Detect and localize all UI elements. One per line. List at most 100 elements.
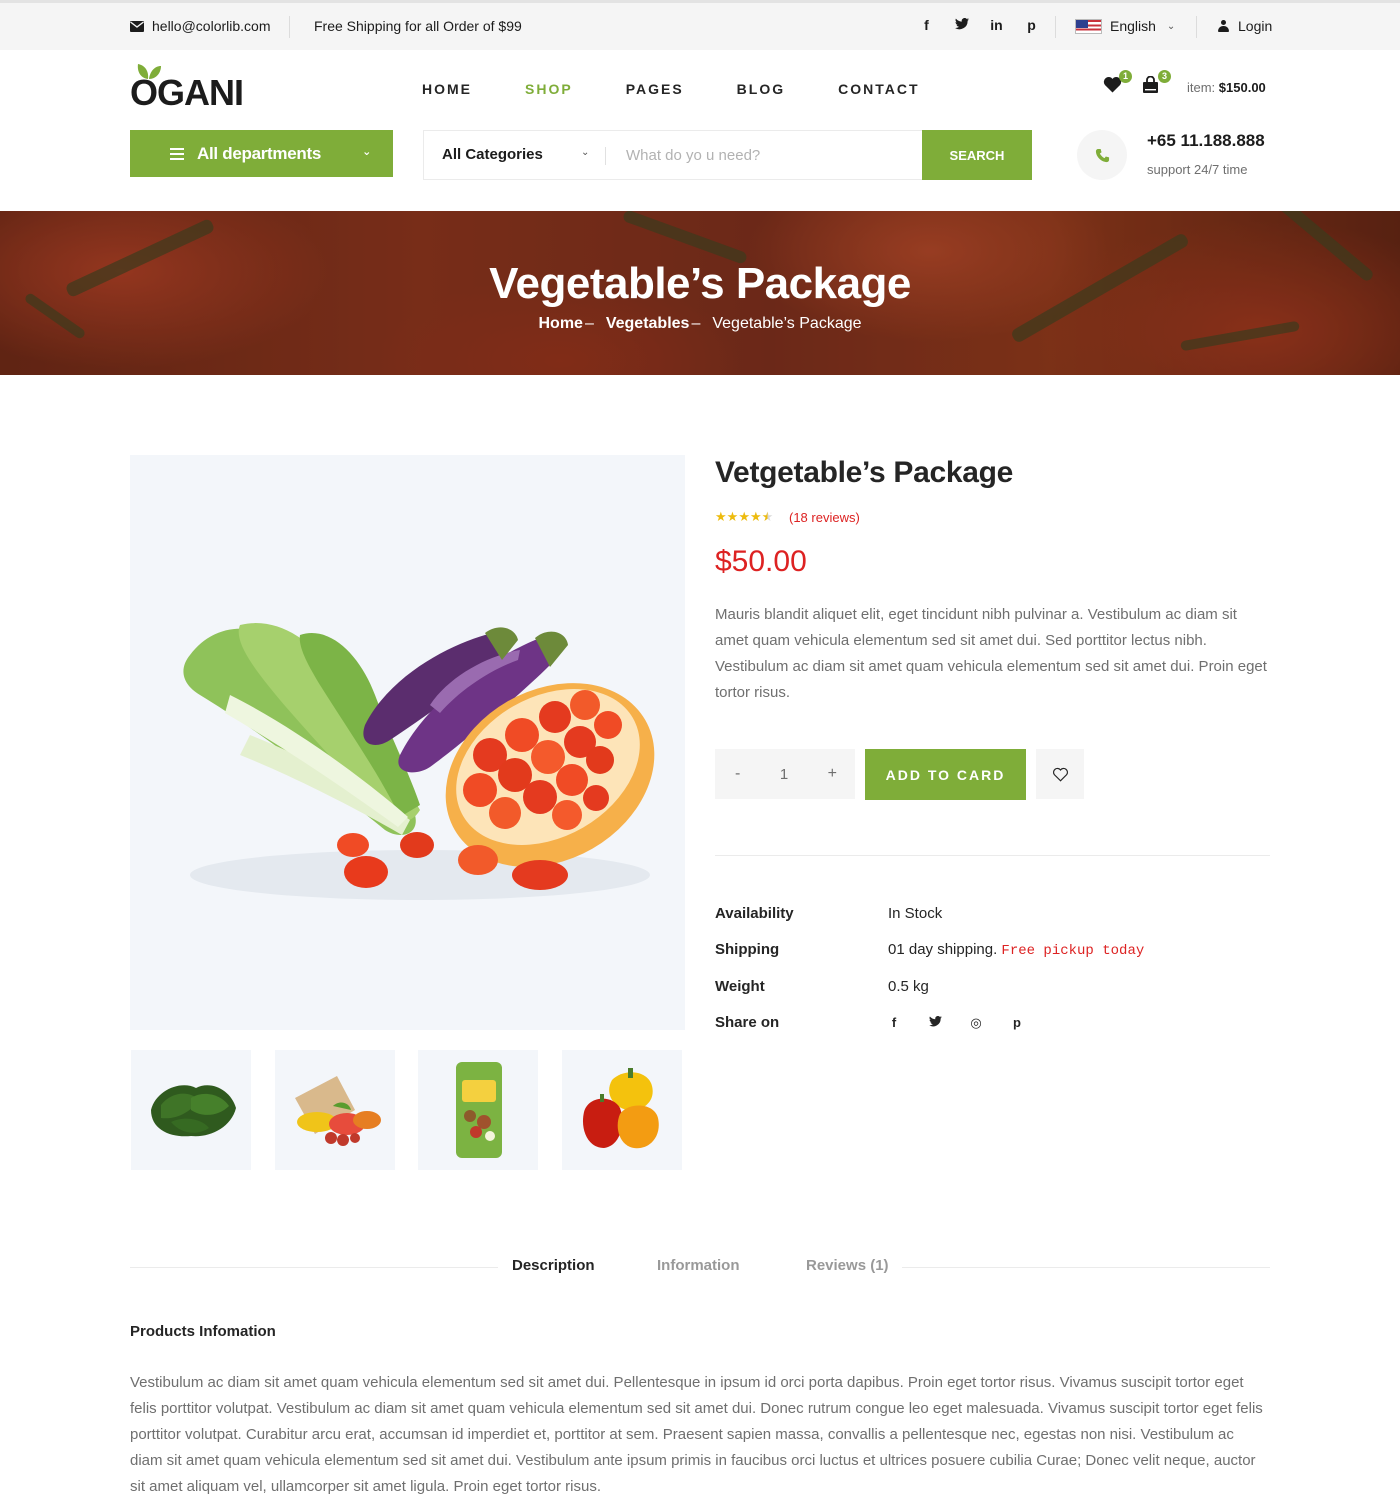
search-button[interactable]: SEARCH: [922, 130, 1032, 180]
email-contact[interactable]: hello@colorlib.com: [130, 18, 270, 34]
breadcrumb-vegetables[interactable]: Vegetables: [606, 315, 690, 332]
share-label: Share on: [715, 1014, 780, 1031]
quantity-decrease-button[interactable]: -: [735, 765, 740, 783]
review-count[interactable]: (18 reviews): [789, 510, 860, 525]
products-information-title: Products Infomation: [130, 1323, 276, 1340]
nav-contact[interactable]: CONTACT: [838, 81, 919, 97]
free-pickup-text: Free pickup today: [1001, 943, 1145, 959]
phone-number[interactable]: +65 11.188.888: [1147, 131, 1265, 151]
search-input[interactable]: [614, 132, 914, 178]
star-rating: ★★★★★: [715, 509, 773, 525]
language-selector[interactable]: English ⌄: [1075, 18, 1175, 34]
nav-home[interactable]: HOME: [422, 81, 472, 97]
bell-peppers-illustration: [582, 1068, 659, 1149]
facebook-icon[interactable]: f: [918, 17, 935, 33]
twitter-icon[interactable]: [953, 17, 970, 33]
breadcrumb-current: Vegetable’s Package: [712, 315, 862, 332]
wishlist-count-badge: 1: [1119, 70, 1132, 83]
menu-icon: [170, 147, 184, 160]
tab-line-right: [902, 1267, 1270, 1268]
tab-description[interactable]: Description: [512, 1257, 595, 1274]
category-select[interactable]: All Categories: [442, 146, 543, 163]
breadcrumb-separator: –: [584, 315, 594, 332]
vegetables-illustration: [183, 623, 655, 900]
email-text: hello@colorlib.com: [152, 18, 271, 34]
product-price: $50.00: [715, 545, 807, 578]
wishlist-button[interactable]: 1: [1103, 70, 1132, 96]
breadcrumb-home[interactable]: Home: [538, 315, 582, 332]
facebook-icon[interactable]: f: [886, 1015, 902, 1031]
login-label: Login: [1238, 18, 1273, 34]
product-thumbnail-spinach[interactable]: [131, 1050, 251, 1170]
weight-value: 0.5 kg: [888, 978, 929, 995]
weight-label: Weight: [715, 978, 765, 995]
login-link[interactable]: Login: [1218, 18, 1272, 34]
logo-text: OGANI: [130, 72, 244, 113]
star-full-icon: ★: [715, 509, 727, 524]
cart-total-amount: $150.00: [1218, 80, 1266, 95]
cart-total[interactable]: item: $150.00: [1187, 80, 1266, 95]
cart-count-badge: 3: [1158, 70, 1171, 83]
topbar-divider: [289, 16, 290, 38]
topbar-divider: [1055, 16, 1056, 38]
linkedin-icon[interactable]: in: [988, 17, 1005, 33]
product-thumbnail-bell-peppers[interactable]: [562, 1050, 682, 1170]
pinterest-icon[interactable]: p: [1009, 1015, 1025, 1031]
topbar-divider: [1196, 16, 1197, 38]
chevron-down-icon: ⌄: [362, 146, 371, 158]
add-to-cart-button[interactable]: ADD TO CARD: [865, 749, 1026, 800]
language-label: English: [1110, 18, 1156, 34]
star-full-icon: ★: [749, 509, 762, 524]
nav-blog[interactable]: BLOG: [737, 81, 785, 97]
breadcrumb-separator: –: [691, 315, 701, 332]
heart-outline-icon: [1052, 767, 1068, 782]
star-full-icon: ★: [738, 509, 750, 524]
breadcrumb: Home – Vegetables – Vegetable’s Package: [0, 315, 1400, 333]
quantity-value[interactable]: 1: [780, 766, 788, 783]
product-thumbnail-grocery-bag[interactable]: [275, 1050, 395, 1170]
grocery-bag-illustration: [295, 1076, 381, 1146]
products-information-body: Vestibulum ac diam sit amet quam vehicul…: [130, 1374, 1263, 1495]
star-full-icon: ★: [726, 509, 739, 524]
tab-line-left: [130, 1267, 498, 1268]
user-icon: [1218, 20, 1229, 32]
support-hours: support 24/7 time: [1147, 162, 1248, 177]
shipping-label: Shipping: [715, 941, 780, 958]
tab-reviews[interactable]: Reviews (1): [806, 1257, 889, 1274]
site-logo[interactable]: OGANI: [130, 62, 260, 113]
cart-button[interactable]: 3: [1142, 70, 1171, 96]
product-description: Mauris blandit aliquet elit, eget tincid…: [715, 606, 1267, 701]
page-hero-banner: Vegetable’s Package Home – Vegetables – Vege…: [0, 211, 1400, 375]
all-departments-button[interactable]: All departments ⌄: [130, 130, 393, 177]
details-divider: [715, 855, 1270, 856]
instagram-icon[interactable]: ◎: [968, 1015, 984, 1031]
envelope-icon: [130, 20, 144, 32]
availability-value: In Stock: [888, 905, 943, 922]
shopping-bag-icon: [1143, 75, 1158, 93]
spinach-illustration: [151, 1085, 236, 1137]
page-title: Vegetable’s Package: [489, 259, 911, 308]
star-half-icon: ★: [761, 509, 774, 524]
tab-information[interactable]: Information: [657, 1257, 740, 1274]
nav-pages[interactable]: PAGES: [626, 81, 684, 97]
product-thumbnail-fruit-pack[interactable]: [418, 1050, 538, 1170]
chevron-down-icon: ⌄: [1166, 20, 1176, 32]
share-links: f ◎ p: [886, 1015, 1025, 1031]
nav-shop[interactable]: SHOP: [525, 81, 573, 97]
fruit-pack-illustration: [456, 1062, 502, 1158]
shipping-text: 01 day shipping.: [888, 941, 998, 958]
main-nav: HOME SHOP PAGES BLOG CONTACT: [422, 81, 973, 97]
add-to-wishlist-button[interactable]: [1036, 749, 1084, 799]
header-icons: 1 3: [1103, 70, 1171, 96]
product-main-image[interactable]: [130, 455, 685, 1030]
search-divider: [605, 147, 606, 165]
quantity-increase-button[interactable]: +: [828, 765, 837, 783]
topbar-social-links: f in p: [918, 17, 1040, 33]
search-form: All Categories ⌄ SEARCH: [423, 130, 1032, 180]
top-bar: hello@colorlib.com Free Shipping for all…: [0, 0, 1400, 50]
twitter-icon[interactable]: [927, 1015, 943, 1031]
shipping-note: Free Shipping for all Order of $99: [314, 18, 522, 34]
pinterest-icon[interactable]: p: [1023, 17, 1040, 33]
chevron-down-icon: ⌄: [581, 147, 590, 158]
product-title: Vetgetable’s Package: [715, 456, 1014, 489]
